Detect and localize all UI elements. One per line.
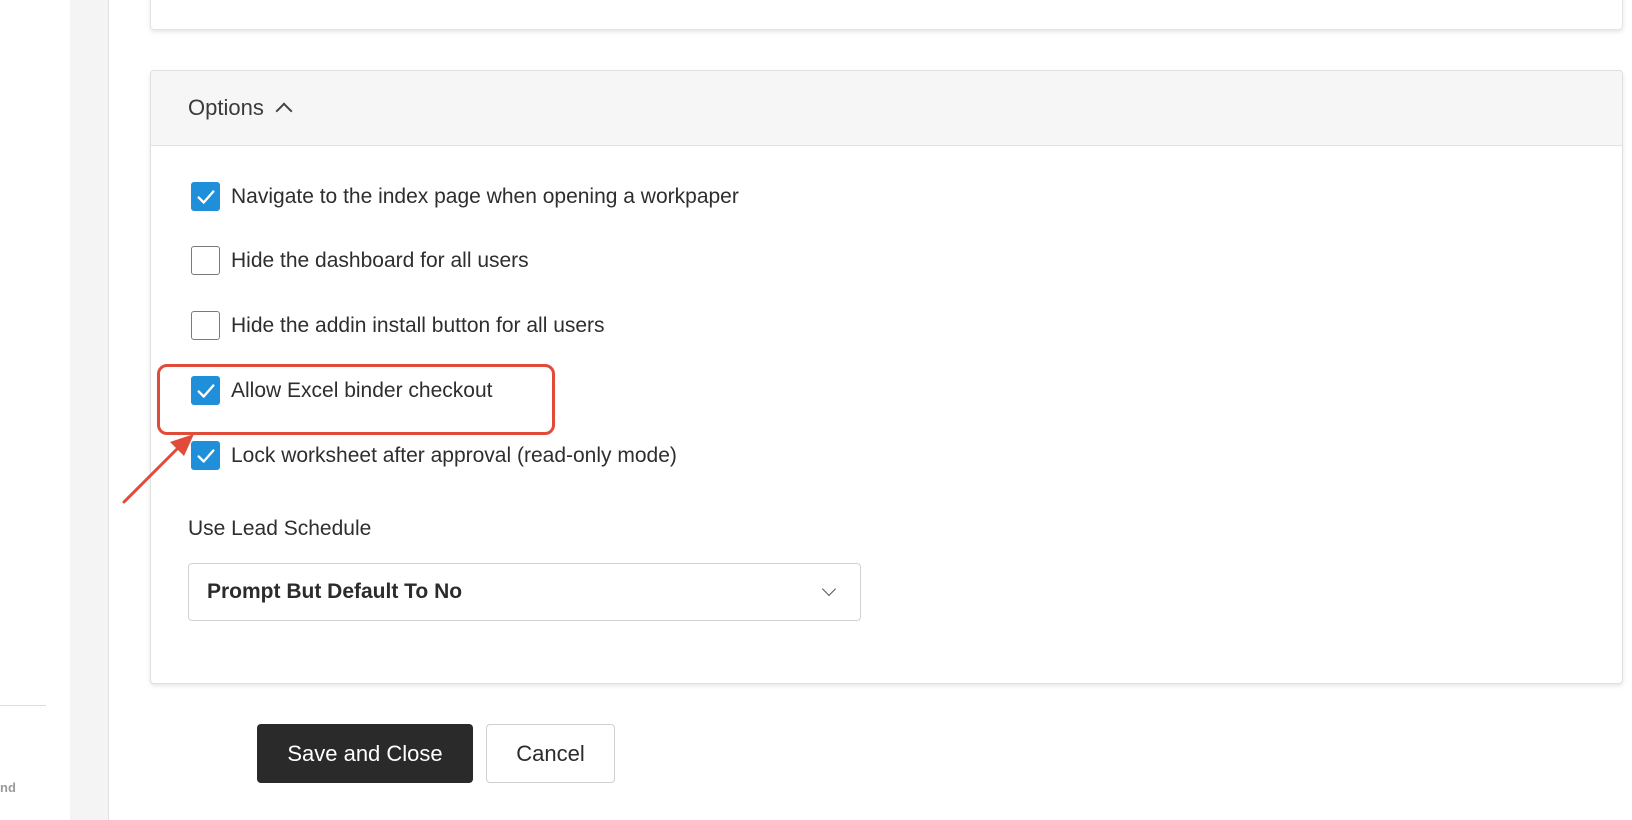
options-title: Options xyxy=(188,95,264,120)
checkmark-icon xyxy=(196,189,215,204)
option-hide-dashboard[interactable]: Hide the dashboard for all users xyxy=(191,246,529,275)
checkbox-hide-addin-button[interactable] xyxy=(191,311,220,340)
option-label: Hide the addin install button for all us… xyxy=(231,313,605,337)
annotation-arrow-icon xyxy=(122,434,194,504)
lead-schedule-value: Prompt But Default To No xyxy=(207,580,463,603)
previous-section-card xyxy=(150,0,1623,30)
sidebar-gutter xyxy=(70,0,109,820)
option-label: Hide the dashboard for all users xyxy=(231,248,529,272)
checkbox-navigate-index[interactable] xyxy=(191,182,220,211)
option-lock-worksheet[interactable]: Lock worksheet after approval (read-only… xyxy=(191,441,677,470)
lead-schedule-select[interactable]: Prompt But Default To No xyxy=(188,563,861,621)
options-header[interactable]: Options xyxy=(151,71,1622,146)
option-label: Lock worksheet after approval (read-only… xyxy=(231,443,677,467)
cancel-button[interactable]: Cancel xyxy=(486,724,615,783)
chevron-up-icon[interactable] xyxy=(275,102,293,120)
chevron-down-icon xyxy=(821,581,837,597)
left-sidebar: nd xyxy=(0,0,70,820)
checkbox-hide-dashboard[interactable] xyxy=(191,246,220,275)
lead-schedule-label: Use Lead Schedule xyxy=(188,517,372,540)
page: nd Options Navigate to the index page wh… xyxy=(0,0,1632,820)
annotation-highlight-box xyxy=(157,364,555,435)
sidebar-partial-label: nd xyxy=(0,780,16,795)
option-label: Navigate to the index page when opening … xyxy=(231,184,739,208)
save-and-close-button[interactable]: Save and Close xyxy=(257,724,473,783)
sidebar-divider xyxy=(0,705,46,706)
option-hide-addin-button[interactable]: Hide the addin install button for all us… xyxy=(191,311,605,340)
option-navigate-index[interactable]: Navigate to the index page when opening … xyxy=(191,182,739,211)
